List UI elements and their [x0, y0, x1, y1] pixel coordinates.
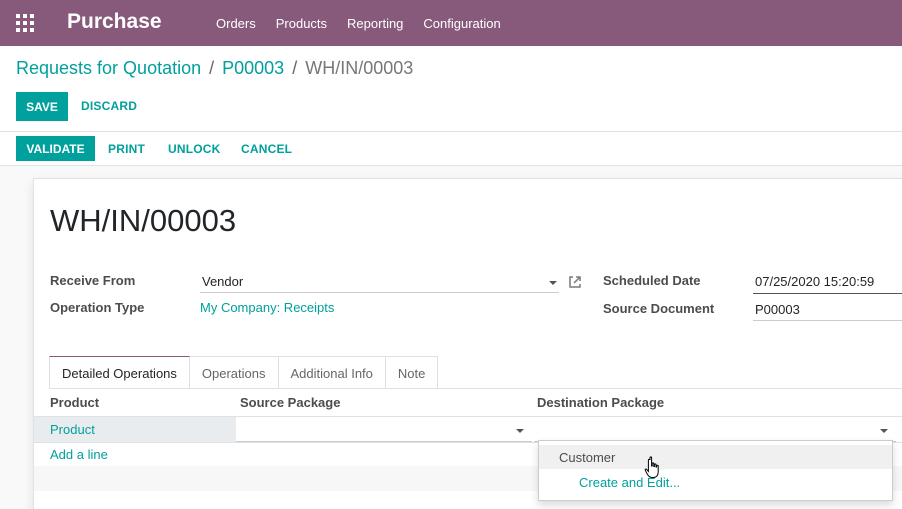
tabs-border: [49, 388, 902, 389]
chevron-down-icon[interactable]: [880, 429, 888, 433]
breadcrumb-rfq[interactable]: Requests for Quotation: [16, 58, 201, 79]
receive-from-underline: [200, 292, 559, 293]
source-document-field[interactable]: P00003: [755, 302, 800, 317]
operation-type-link[interactable]: My Company: Receipts: [200, 300, 334, 315]
nav-item-configuration[interactable]: Configuration: [413, 16, 510, 31]
external-link-icon[interactable]: [568, 275, 582, 289]
tab-note[interactable]: Note: [385, 356, 439, 389]
column-header-product[interactable]: Product: [50, 395, 99, 410]
breadcrumb-separator: /: [209, 58, 215, 78]
chevron-down-icon[interactable]: [516, 429, 524, 433]
column-header-source-package[interactable]: Source Package: [240, 395, 340, 410]
hand-pointer-icon: [644, 456, 659, 478]
nav-item-orders[interactable]: Orders: [206, 16, 266, 31]
nav-item-products[interactable]: Products: [266, 16, 337, 31]
breadcrumb-current: WH/IN/00003: [305, 58, 414, 78]
source-document-underline: [753, 320, 902, 321]
column-header-destination-package[interactable]: Destination Package: [537, 395, 664, 410]
apps-grid-icon[interactable]: [16, 14, 34, 32]
dropdown-item-customer[interactable]: Customer: [559, 450, 615, 465]
statusbar: VALIDATE PRINT UNLOCK CANCEL: [0, 132, 902, 166]
nav-menu: Orders Products Reporting Configuration: [206, 0, 511, 46]
print-button[interactable]: PRINT: [108, 142, 145, 156]
receive-from-label: Receive From: [50, 273, 136, 288]
product-cell-text[interactable]: Product: [50, 422, 95, 437]
tab-additional-info[interactable]: Additional Info: [278, 356, 386, 389]
unlock-button[interactable]: UNLOCK: [168, 142, 221, 156]
scheduled-date-underline: [753, 293, 902, 294]
source-document-label: Source Document: [603, 301, 715, 316]
tab-operations[interactable]: Operations: [189, 356, 279, 389]
operation-type-label: Operation Type: [50, 300, 145, 315]
add-line-link[interactable]: Add a line: [50, 447, 108, 462]
top-navbar: Purchase Orders Products Reporting Confi…: [0, 0, 902, 46]
scheduled-date-field[interactable]: 07/25/2020 15:20:59: [755, 274, 874, 289]
breadcrumb-po[interactable]: P00003: [222, 58, 284, 79]
cancel-button[interactable]: CANCEL: [241, 142, 292, 156]
breadcrumb: Requests for Quotation / P00003 / WH/IN/…: [16, 58, 413, 79]
discard-button[interactable]: DISCARD: [81, 99, 137, 113]
validate-button[interactable]: VALIDATE: [16, 136, 95, 161]
dropdown-item-create-and-edit[interactable]: Create and Edit...: [579, 475, 680, 490]
notebook-tabs: Detailed Operations Operations Additiona…: [49, 356, 439, 389]
record-title: WH/IN/00003: [50, 203, 237, 238]
save-button[interactable]: SAVE: [16, 92, 68, 121]
scheduled-date-label: Scheduled Date: [603, 273, 701, 288]
app-brand[interactable]: Purchase: [67, 10, 162, 34]
chevron-down-icon[interactable]: [549, 281, 557, 285]
nav-item-reporting[interactable]: Reporting: [337, 16, 413, 31]
breadcrumb-separator: /: [292, 58, 298, 78]
tab-detailed-operations[interactable]: Detailed Operations: [49, 356, 190, 389]
receive-from-field[interactable]: Vendor: [202, 274, 243, 289]
